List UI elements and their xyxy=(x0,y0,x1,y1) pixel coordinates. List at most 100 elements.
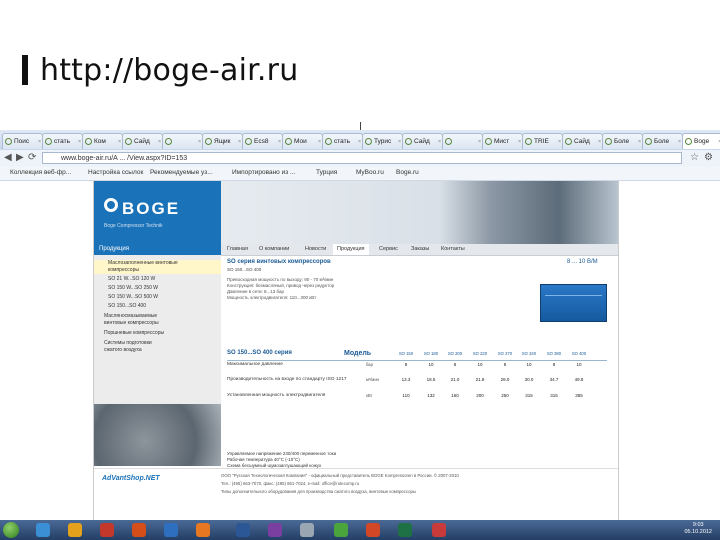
bookmark-item[interactable]: Boge.ru xyxy=(396,169,419,176)
nav-home[interactable]: Главная xyxy=(227,246,248,252)
close-icon[interactable]: × xyxy=(38,139,41,145)
browser-tab[interactable]: Ecs8 × xyxy=(242,133,283,149)
app2-icon[interactable] xyxy=(432,523,446,537)
model-column-header[interactable]: SO 400 xyxy=(570,351,588,356)
browser-tab[interactable]: Мист × xyxy=(482,133,523,149)
model-column-header[interactable]: SO 270 xyxy=(496,351,514,356)
close-icon[interactable]: × xyxy=(598,139,601,145)
tab-label: Турис xyxy=(374,138,392,145)
bookmark-item[interactable]: Импортировано из ... xyxy=(232,169,295,176)
explorer-icon[interactable] xyxy=(36,523,50,537)
spec-row-label: Максимальное давление xyxy=(227,362,283,367)
close-icon[interactable]: × xyxy=(278,139,281,145)
close-icon[interactable]: × xyxy=(518,139,521,145)
browser-tab[interactable]: × xyxy=(162,133,203,149)
media-icon[interactable] xyxy=(100,523,114,537)
folder-icon[interactable] xyxy=(68,523,82,537)
start-button-icon[interactable] xyxy=(3,522,19,538)
sidebar-item[interactable]: Поршневые компрессоры xyxy=(90,330,217,337)
spec-cell: 8 xyxy=(503,362,507,367)
wrench-icon[interactable]: ⚙ xyxy=(704,152,713,164)
nav-orders[interactable]: Заказы xyxy=(411,246,429,252)
opera-icon[interactable] xyxy=(132,523,146,537)
address-row: ◀ ▶ ⟳ www.boge-air.ru/A ... /View.aspx?I… xyxy=(0,150,720,168)
back-icon[interactable]: ◀ xyxy=(4,152,12,164)
browser-tab[interactable]: Сайд × xyxy=(562,133,603,149)
model-column-header[interactable]: SO 220 xyxy=(471,351,489,356)
browser-tab[interactable]: стать × xyxy=(322,133,363,149)
bookmark-item[interactable]: Турция xyxy=(316,169,337,176)
browser-tab[interactable]: Боле × xyxy=(602,133,643,149)
sidebar-item[interactable]: SO 21 W...SO 120 W xyxy=(94,276,221,283)
sidebar-item[interactable]: Системы подготовки xyxy=(90,340,217,347)
browser-tab[interactable]: Сайд × xyxy=(122,133,163,149)
refresh-icon[interactable]: ⟳ xyxy=(28,152,36,164)
sidebar-item[interactable]: Маслозаполненные винтовые xyxy=(94,260,221,267)
close-icon[interactable]: × xyxy=(78,139,81,145)
nav-news[interactable]: Новости xyxy=(305,246,326,252)
spec-cell: 28.0 xyxy=(500,377,510,382)
browser-tab[interactable]: TRIE × xyxy=(522,133,563,149)
browser-tab[interactable]: Boge× xyxy=(682,133,720,149)
close-icon[interactable]: × xyxy=(398,139,401,145)
app-icon[interactable] xyxy=(300,523,314,537)
sidebar-item[interactable]: SO 150...SO 400 xyxy=(94,303,221,310)
onenote-icon[interactable] xyxy=(268,523,282,537)
close-icon[interactable]: × xyxy=(558,139,561,145)
tab-label: Ком xyxy=(94,138,106,145)
browser-tab[interactable]: Мои × xyxy=(282,133,323,149)
tab-label: Боле xyxy=(614,138,630,145)
ie-icon[interactable] xyxy=(164,523,178,537)
browser-tab[interactable]: Ящик × xyxy=(202,133,243,149)
browser-tab[interactable]: стать × xyxy=(42,133,83,149)
close-icon[interactable]: × xyxy=(438,139,441,145)
browser-tab[interactable]: Поис × xyxy=(2,133,43,149)
browser-tab[interactable]: × xyxy=(442,133,483,149)
close-icon[interactable]: × xyxy=(238,139,241,145)
close-icon[interactable]: × xyxy=(198,139,201,145)
bookmark-item[interactable]: MyBoo.ru xyxy=(356,169,384,176)
model-column-header[interactable]: SO 150 xyxy=(397,351,415,356)
firefox-icon[interactable] xyxy=(196,523,210,537)
browser-tab[interactable]: Ком × xyxy=(82,133,123,149)
nav-products[interactable]: Продукция xyxy=(333,244,369,255)
word-icon[interactable] xyxy=(236,523,250,537)
sidebar-item[interactable]: SO 150 W...SO 500 W xyxy=(94,294,221,301)
excel-icon[interactable] xyxy=(398,523,412,537)
star-icon[interactable]: ☆ xyxy=(690,152,699,164)
sidebar-item[interactable]: сжатого воздуха xyxy=(90,347,217,354)
forward-icon[interactable]: ▶ xyxy=(16,152,24,164)
sidebar-item[interactable]: SO 150 W...SO 250 W xyxy=(94,285,221,292)
clock[interactable]: 9:03 05.10.2012 xyxy=(684,522,712,536)
chrome-icon[interactable] xyxy=(334,523,348,537)
model-column-header[interactable]: SO 180 xyxy=(422,351,440,356)
address-bar[interactable]: www.boge-air.ru/A ... /View.aspx?ID=153 xyxy=(42,152,682,164)
browser-tab[interactable]: Боле × xyxy=(642,133,683,149)
close-icon[interactable]: × xyxy=(478,139,481,145)
nav-service[interactable]: Сервис xyxy=(379,246,398,252)
close-icon[interactable]: × xyxy=(678,139,681,145)
model-column-header[interactable]: SO 340 xyxy=(520,351,538,356)
sidebar-item[interactable]: Масляносмазываемые xyxy=(90,313,217,320)
close-icon[interactable]: × xyxy=(158,139,161,145)
browser-tab[interactable]: Турис × xyxy=(362,133,403,149)
nav-about[interactable]: О компании xyxy=(259,246,289,252)
sidebar-item[interactable]: компрессоры xyxy=(94,267,221,274)
browser-tab[interactable]: Сайд × xyxy=(402,133,443,149)
model-column-header[interactable]: SO 200 xyxy=(446,351,464,356)
tab-label: Boge xyxy=(694,138,710,145)
sidebar-item[interactable]: винтовые компрессоры xyxy=(90,320,217,327)
bookmark-item[interactable]: Коллекция веб-фр... xyxy=(10,169,71,176)
close-icon[interactable]: × xyxy=(638,139,641,145)
powerpoint-icon[interactable] xyxy=(366,523,380,537)
bookmark-item[interactable]: Рекомендуемые уз... xyxy=(150,169,213,176)
nav-contacts[interactable]: Контакты xyxy=(441,246,465,252)
model-column-header[interactable]: SO 380 xyxy=(545,351,563,356)
tab-label: Мои xyxy=(294,138,307,145)
close-icon[interactable]: × xyxy=(118,139,121,145)
footer-logo[interactable]: AdVantShop.NET xyxy=(102,475,160,482)
close-icon[interactable]: × xyxy=(318,139,321,145)
site-logo[interactable]: BOGE Boge Compressor Technik xyxy=(94,181,221,244)
bookmark-item[interactable]: Настройка ссылок xyxy=(88,169,143,176)
close-icon[interactable]: × xyxy=(358,139,361,145)
